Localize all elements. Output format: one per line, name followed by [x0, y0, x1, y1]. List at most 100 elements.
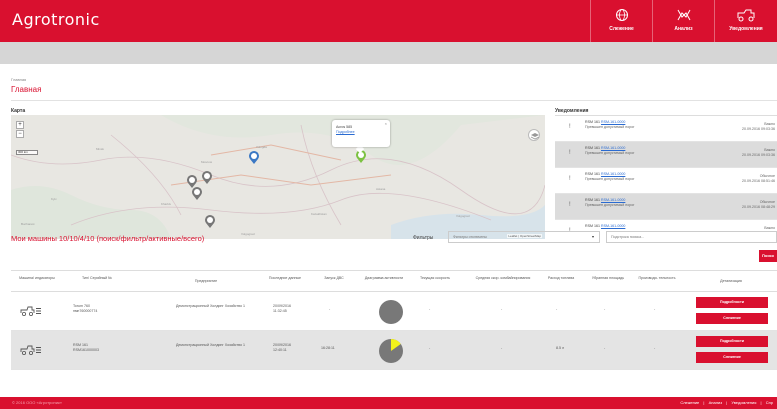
- column-header: Средняя скор. комбайнирования: [475, 276, 531, 280]
- page-title: Главная: [11, 85, 42, 94]
- alert-icon: !: [569, 150, 571, 156]
- machine-performance: -: [654, 307, 656, 311]
- footer-link-more[interactable]: Спр: [766, 400, 773, 405]
- notification-link[interactable]: RSM-161-0000: [601, 146, 625, 150]
- nav-notifications[interactable]: Уведомления: [714, 0, 777, 42]
- details-button[interactable]: Подробности: [696, 297, 768, 308]
- notification-date: 20.09.2016 09:03:36: [742, 127, 775, 131]
- machine-marker-icon[interactable]: [201, 171, 213, 185]
- notification-machine: RSM 161: [585, 224, 600, 228]
- notifications-list[interactable]: ! RSM 161 RSM-161-0000 Превышен допустим…: [555, 115, 777, 239]
- machine-current-speed: -: [429, 346, 431, 350]
- machine-type: Torum 760: [73, 304, 90, 308]
- notification-link[interactable]: RSM-161-0000: [601, 120, 625, 124]
- column-header: Текущая скорость: [419, 276, 451, 280]
- search-button[interactable]: Поиск: [759, 250, 777, 262]
- filter-value: Фильтры отключены: [453, 235, 487, 239]
- notification-text: Превышен допустимый порог: [585, 177, 635, 181]
- popup-close-icon[interactable]: ×: [385, 121, 387, 126]
- svg-text:Kazakhstan: Kazakhstan: [311, 212, 327, 216]
- column-header: Производи- тельность: [638, 276, 676, 280]
- copyright: © 2016 ООО «Агротроник»: [12, 400, 62, 405]
- machines-table: Машина/ индикаторы Тип/ Серийный № Предп…: [11, 270, 777, 392]
- activity-pie-chart: [379, 339, 403, 363]
- notification-item[interactable]: ! RSM 161 RSM-161-0000 Превышен допустим…: [555, 194, 777, 220]
- zoom-out-button[interactable]: −: [16, 130, 24, 138]
- machine-marker-icon[interactable]: [248, 151, 260, 165]
- svg-text:Volgograd: Volgograd: [241, 232, 255, 236]
- footer-link-analysis[interactable]: Анализ: [709, 400, 723, 405]
- footer-links: Слежение | Анализ | Уведомления | Спр: [677, 400, 773, 405]
- svg-text:Volgograd: Volgograd: [456, 214, 470, 218]
- nav-tracking-label: Слежение: [609, 26, 634, 32]
- table-row[interactable]: Torum 760 пмп760000774 Демонстрационный …: [11, 292, 777, 331]
- details-button[interactable]: Подробности: [696, 336, 768, 347]
- machine-serial: пмп760000774: [73, 309, 98, 313]
- table-row[interactable]: RSM 161 RSM161000003 Демонстрационный Хо…: [11, 331, 777, 370]
- zoom-in-button[interactable]: +: [16, 121, 24, 129]
- alert-icon: !: [569, 124, 571, 130]
- notification-link[interactable]: RSM-161-0000: [601, 172, 625, 176]
- svg-text:Minsk: Minsk: [96, 147, 104, 151]
- machine-company: Демонстрационный Холдинг Хозяйство 1: [176, 304, 245, 308]
- tracking-button[interactable]: Слежение: [696, 352, 768, 363]
- breadcrumb[interactable]: Главная: [11, 77, 26, 82]
- svg-text:Kharkiv: Kharkiv: [161, 202, 172, 206]
- column-header: Расход топлива: [547, 276, 575, 280]
- machine-engine-start: -: [329, 307, 331, 311]
- notification-date: 20.09.2016 08:48:29: [742, 205, 775, 209]
- filter-select[interactable]: Фильтры отключены ▾: [448, 231, 600, 243]
- map-section-label: Карта: [11, 108, 26, 114]
- machines-title: Мои машины 10/10/4/10 (поиск/фильтр/акти…: [11, 234, 205, 243]
- notification-link[interactable]: RSM-161-0000: [601, 224, 625, 228]
- machine-marker-icon[interactable]: [204, 215, 216, 229]
- nav-analysis-label: Анализ: [674, 26, 693, 32]
- popup-details-link[interactable]: Подробнее: [336, 130, 386, 134]
- sub-toolbar: [0, 42, 777, 64]
- machine-last-data: 20/09/2016 11:32:45: [273, 304, 291, 313]
- machine-serial: RSM161000003: [73, 348, 99, 352]
- app-logo[interactable]: Agrotronic: [12, 10, 100, 29]
- column-header: Диаграмма активности: [364, 276, 404, 280]
- machine-performance: -: [654, 346, 656, 350]
- machine-type: RSM 161: [73, 343, 88, 347]
- notification-item[interactable]: ! RSM 161 RSM-161-0000 Превышен допустим…: [555, 142, 777, 168]
- map-terrain: Minsk Moscow Vologda Kyiv Kharkiv Kazakh…: [11, 115, 545, 239]
- footer-link-tracking[interactable]: Слежение: [680, 400, 699, 405]
- footer-link-notifications[interactable]: Уведомления: [731, 400, 756, 405]
- alert-icon: !: [569, 176, 571, 182]
- tractor-icon: [20, 306, 41, 316]
- search-input[interactable]: Подстрока поиска...: [606, 231, 777, 243]
- nav-analysis[interactable]: Анализ: [652, 0, 714, 42]
- chevron-down-icon: ▾: [591, 234, 594, 239]
- svg-text:Bucharest: Bucharest: [21, 222, 35, 226]
- column-header: Убранная площадь: [591, 276, 625, 280]
- column-header: Последние данные: [268, 276, 302, 280]
- layers-button[interactable]: [528, 129, 540, 141]
- alert-icon: !: [569, 202, 571, 208]
- map-view[interactable]: Minsk Moscow Vologda Kyiv Kharkiv Kazakh…: [11, 115, 545, 239]
- machine-area: -: [604, 346, 606, 350]
- machine-marker-icon[interactable]: [191, 187, 203, 201]
- notification-item[interactable]: ! RSM 161 RSM-161-0000 Превышен допустим…: [555, 116, 777, 142]
- machine-fuel: -: [556, 307, 558, 311]
- notification-machine: RSM 161: [585, 146, 600, 150]
- machine-area: -: [604, 307, 606, 311]
- machine-engine-start: 16:28:11: [321, 346, 335, 350]
- notification-link[interactable]: RSM-161-0000: [601, 198, 625, 202]
- notification-machine: RSM 161: [585, 198, 600, 202]
- tracking-button[interactable]: Слежение: [696, 313, 768, 324]
- svg-text:Kyiv: Kyiv: [51, 197, 57, 201]
- machine-avg-speed: -: [501, 346, 503, 350]
- footer: © 2016 ООО «Агротроник» Слежение | Анали…: [0, 397, 777, 409]
- pie-base: [379, 300, 403, 324]
- footer-separator: |: [703, 400, 705, 405]
- footer-separator: |: [760, 400, 762, 405]
- nav-tracking[interactable]: Слежение: [590, 0, 652, 42]
- notification-item[interactable]: ! RSM 161 RSM-161-0000 Превышен допустим…: [555, 168, 777, 194]
- footer-separator: |: [726, 400, 728, 405]
- svg-text:Moscow: Moscow: [201, 160, 213, 164]
- notification-machine: RSM 161: [585, 120, 600, 124]
- notification-text: Превышен допустимый порог: [585, 151, 635, 155]
- notification-text: Превышен допустимый порог: [585, 203, 635, 207]
